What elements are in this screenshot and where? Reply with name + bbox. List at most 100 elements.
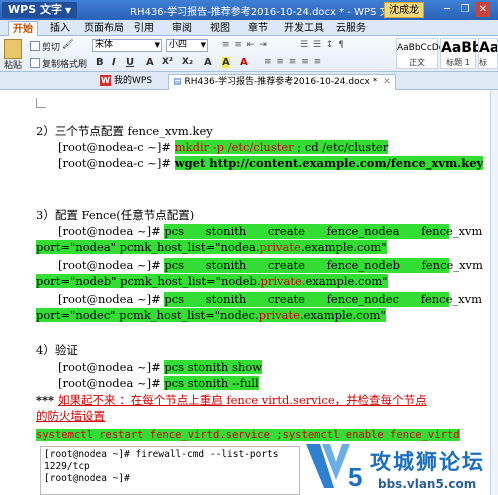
- command-text: systemctl restart fence_virtd.service ;s…: [36, 429, 460, 441]
- title-bar: WPS 文字 ▼ RH436-学习报告-推荐参考2016-10-24.docx *…: [0, 0, 498, 20]
- note-text: 如果起不来 ：在每个节点上重启 fence virtd.service，并检查每…: [58, 393, 427, 407]
- command-separator: ;: [293, 140, 305, 154]
- command-text: pcs stonith create fence_nodeb fence_xvm: [164, 258, 483, 273]
- font-name-select[interactable]: 宋体 ▼: [92, 39, 162, 52]
- copy-icon: [30, 58, 40, 68]
- style-normal-sample: AaBbCcDd: [397, 43, 445, 53]
- strikethrough-button[interactable]: A: [146, 57, 154, 68]
- doc-line: [root@nodea ~]# pcs stonith create fence…: [58, 292, 483, 307]
- command-text: port="nodec" pcmk_host_list="nodec.: [36, 308, 259, 322]
- chevron-down-icon: ▼: [64, 6, 72, 15]
- paste-icon[interactable]: [4, 39, 22, 59]
- cut-button[interactable]: 剪切: [30, 40, 60, 53]
- doc-line: [root@nodea-c ~]# wget http://content.ex…: [58, 156, 484, 171]
- section-4-heading: 4）验证: [36, 343, 78, 357]
- command-text: cd /etc/cluster: [304, 140, 389, 154]
- ribbon-toolbar: 粘贴 剪切 复制 🖌 格式刷 宋体 ▼ 小四 ▼ B I U A X² X₂ A A…: [0, 36, 498, 72]
- doc-line: [root@nodea ~]# pcs stonith create fence…: [58, 258, 483, 273]
- doc-line: systemctl restart fence_virtd.service ;s…: [36, 427, 476, 443]
- italic-button[interactable]: I: [112, 57, 116, 68]
- tab-view[interactable]: 视图: [210, 21, 230, 36]
- format-painter-icon[interactable]: 🖌: [62, 40, 82, 54]
- doc-line: [root@nodea ~]# pcs stonith --full: [58, 376, 259, 391]
- terminal-screenshot: [root@nodea ~]# firewall-cmd --list-port…: [40, 446, 300, 495]
- terminal-line: [root@nodea ~]# firewall-cmd --list-port…: [44, 449, 279, 460]
- restore-icon[interactable]: ❐: [458, 2, 472, 17]
- tab-cloud[interactable]: 云服务: [336, 21, 366, 36]
- page-corner-marker: [36, 98, 46, 108]
- font-color-button[interactable]: A: [240, 57, 248, 68]
- note-line: 的防火墙设置: [36, 409, 105, 424]
- tab-my-wps-label: 我的WPS: [114, 76, 153, 86]
- command-text: pcs stonith create fence_nodea fence_xvm: [164, 224, 483, 239]
- tab-my-wps[interactable]: W 我的WPS: [96, 74, 156, 90]
- tab-home[interactable]: 开始: [8, 21, 38, 36]
- tab-insert[interactable]: 插入: [50, 21, 70, 36]
- align-buttons-icon[interactable]: ≡ ≡ ≡ ≡ ≡: [264, 57, 322, 67]
- command-text: mkdir -p /etc/cluster: [174, 140, 294, 154]
- chevron-down-icon: ▼: [154, 41, 160, 49]
- window-title: RH436-学习报告-推荐参考2016-10-24.docx * - WPS 文…: [130, 7, 400, 18]
- list-buttons-icon[interactable]: ☰ ☰ ↕ ¶: [300, 40, 345, 50]
- tab-active-document[interactable]: ▤ RH436-学习报告-推荐参考2016-10-24.docx * ✕: [168, 74, 396, 90]
- paste-button[interactable]: 粘贴: [4, 58, 22, 71]
- tab-chapter[interactable]: 章节: [248, 21, 268, 36]
- command-text: pcs stonith create fence_nodec fence_xvm: [164, 292, 483, 307]
- style-heading-1[interactable]: AaBb 标题 1: [440, 38, 482, 69]
- prompt-text: [root@nodea ~]#: [58, 360, 165, 374]
- note-text: 的防火墙设置: [36, 409, 105, 423]
- terminal-line: [root@nodea ~]#: [44, 473, 130, 484]
- underline-button[interactable]: U: [126, 57, 134, 68]
- style-normal[interactable]: AaBbCcDd 正文: [396, 38, 445, 69]
- doc-line: [root@nodea-c ~]# mkdir -p /etc/cluster …: [58, 140, 389, 155]
- app-menu-button[interactable]: WPS 文字 ▼: [2, 2, 78, 18]
- close-tab-icon[interactable]: ✕: [383, 77, 391, 87]
- copy-button[interactable]: 复制: [30, 57, 60, 70]
- prompt-text: [root@nodea ~]#: [58, 258, 165, 272]
- user-account[interactable]: 沈成龙: [384, 2, 424, 18]
- style-heading-2-sample: AaBb: [479, 40, 498, 56]
- document-canvas[interactable]: 2）三个节点配置 fence_xvm.key [root@nodea-c ~]#…: [0, 90, 498, 495]
- command-text: .example.com": [301, 274, 388, 288]
- command-text: wget http://content.example.com/fence_xv…: [174, 156, 484, 170]
- tab-review[interactable]: 审阅: [172, 21, 192, 36]
- right-sidebar-strip[interactable]: [490, 90, 498, 495]
- style-heading-2[interactable]: AaBb 标: [478, 38, 498, 69]
- copy-label: 复制: [42, 60, 61, 70]
- tab-developer[interactable]: 开发工具: [284, 21, 324, 36]
- ribbon-tabs: 开始 插入 页面布局 引用 审阅 视图 章节 开发工具 云服务: [0, 20, 498, 36]
- tab-references[interactable]: 引用: [134, 21, 154, 36]
- document-icon: ▤: [173, 77, 182, 87]
- watermark-title: 攻城狮论坛: [370, 450, 485, 474]
- font-name-value: 宋体: [95, 40, 114, 50]
- prompt-text: [root@nodea-c ~]#: [58, 140, 175, 154]
- note-line: *** 如果起不来 ：在每个节点上重启 fence virtd.service，…: [36, 393, 427, 408]
- minimize-icon[interactable]: ─: [440, 2, 454, 17]
- cut-label: 剪切: [42, 43, 61, 53]
- note-prefix: ***: [36, 393, 59, 407]
- style-heading-1-label: 标题 1: [446, 58, 470, 67]
- section-2-heading: 2）三个节点配置 fence_xvm.key: [36, 124, 213, 138]
- font-size-select[interactable]: 小四 ▼: [166, 39, 208, 52]
- doc-line: port="nodea" pcmk_host_list="nodea.priva…: [36, 240, 387, 255]
- subscript-button[interactable]: X₂: [182, 57, 193, 67]
- text-effect-button[interactable]: A: [204, 57, 212, 68]
- prompt-text: [root@nodea ~]#: [58, 376, 165, 390]
- format-painter-button[interactable]: 格式刷: [60, 57, 87, 70]
- tab-page-layout[interactable]: 页面布局: [84, 21, 124, 36]
- prompt-text: [root@nodea-c ~]#: [58, 156, 175, 170]
- superscript-button[interactable]: X²: [162, 57, 173, 67]
- style-heading-2-label: 标: [479, 58, 487, 67]
- doc-line: port="nodeb" pcmk_host_list="nodeb.priva…: [36, 274, 388, 289]
- document-tabs: W 我的WPS ▤ RH436-学习报告-推荐参考2016-10-24.docx *…: [0, 72, 498, 90]
- prompt-text: [root@nodea ~]#: [58, 224, 165, 238]
- chevron-down-icon: ▼: [200, 41, 206, 49]
- highlight-button[interactable]: A: [222, 57, 230, 68]
- command-text: pcs stonith show: [164, 360, 263, 374]
- close-icon[interactable]: ✕: [476, 2, 490, 17]
- prompt-text: [root@nodea ~]#: [58, 292, 165, 306]
- section-3-heading: 3）配置 Fence(任意节点配置): [36, 208, 195, 222]
- paragraph-buttons-icon[interactable]: ≡ ≡ ⇤ ⇥: [222, 40, 268, 50]
- style-heading-1-sample: AaBb: [441, 40, 482, 56]
- bold-button[interactable]: B: [96, 57, 104, 68]
